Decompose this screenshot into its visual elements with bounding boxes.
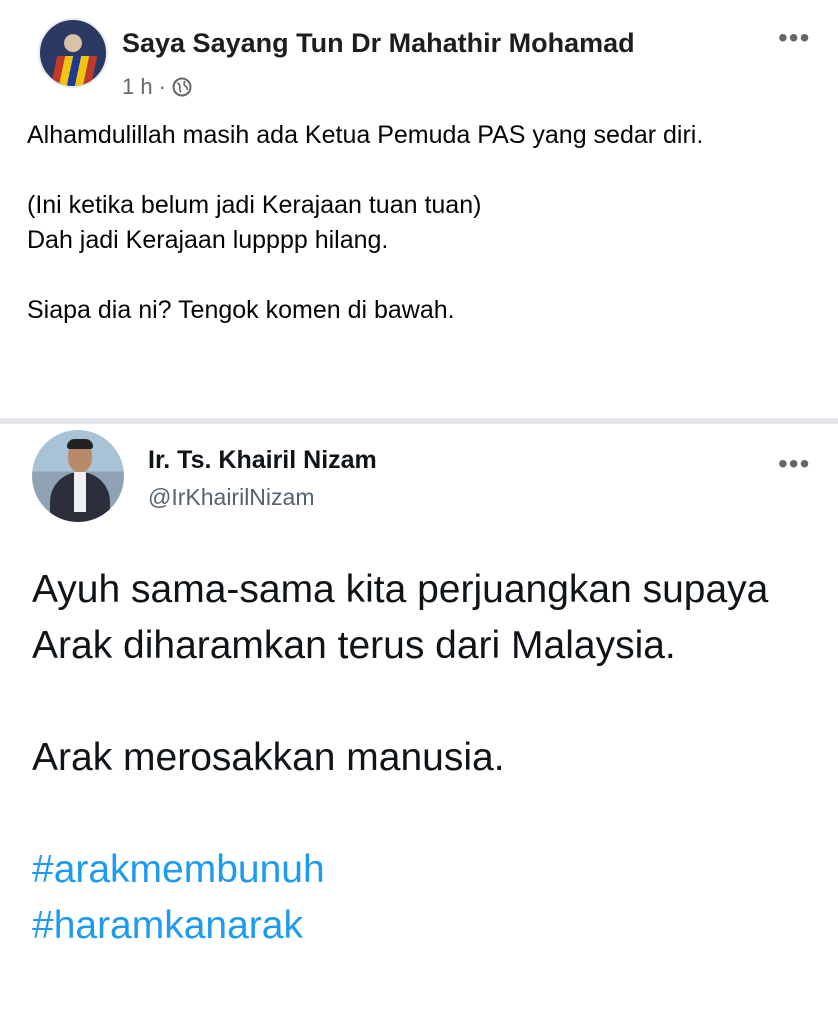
hashtag-link[interactable]: #haramkanarak xyxy=(32,898,812,954)
facebook-post-body: Alhamdulillah masih ada Ketua Pemuda PAS… xyxy=(27,118,807,328)
hashtag-link[interactable]: #arakmembunuh xyxy=(32,842,812,898)
more-horizontal-icon[interactable]: ••• xyxy=(778,450,810,478)
meta-separator: · xyxy=(158,74,166,99)
tweet-author-handle[interactable]: @IrKhairilNizam xyxy=(148,484,314,511)
post-text-line: Dah jadi Kerajaan lupppp hilang. xyxy=(27,226,389,254)
tweet-body: Ayuh sama-sama kita perjuangkan supaya A… xyxy=(32,562,812,954)
avatar-sash xyxy=(50,56,98,86)
facebook-author-avatar[interactable] xyxy=(38,18,108,88)
tweet-paragraph: Arak merosakkan manusia. xyxy=(32,736,505,779)
post-text-line: Siapa dia ni? Tengok komen di bawah. xyxy=(27,296,455,324)
globe-icon xyxy=(172,77,192,97)
embedded-tweet: Ir. Ts. Khairil Nizam @IrKhairilNizam ••… xyxy=(0,424,838,1024)
more-horizontal-icon[interactable]: ••• xyxy=(778,24,810,52)
post-text-line: (Ini ketika belum jadi Kerajaan tuan tua… xyxy=(27,191,482,219)
tweet-paragraph: Ayuh sama-sama kita perjuangkan supaya A… xyxy=(32,568,769,667)
facebook-post: Saya Sayang Tun Dr Mahathir Mohamad 1 h … xyxy=(0,0,838,418)
tweet-author-avatar[interactable] xyxy=(32,430,124,522)
tweet-author-name[interactable]: Ir. Ts. Khairil Nizam xyxy=(148,446,377,475)
post-text-line: Alhamdulillah masih ada Ketua Pemuda PAS… xyxy=(27,121,704,149)
facebook-post-meta: 1 h · xyxy=(122,74,192,100)
post-time[interactable]: 1 h xyxy=(122,74,153,100)
facebook-author-name[interactable]: Saya Sayang Tun Dr Mahathir Mohamad xyxy=(122,28,635,59)
